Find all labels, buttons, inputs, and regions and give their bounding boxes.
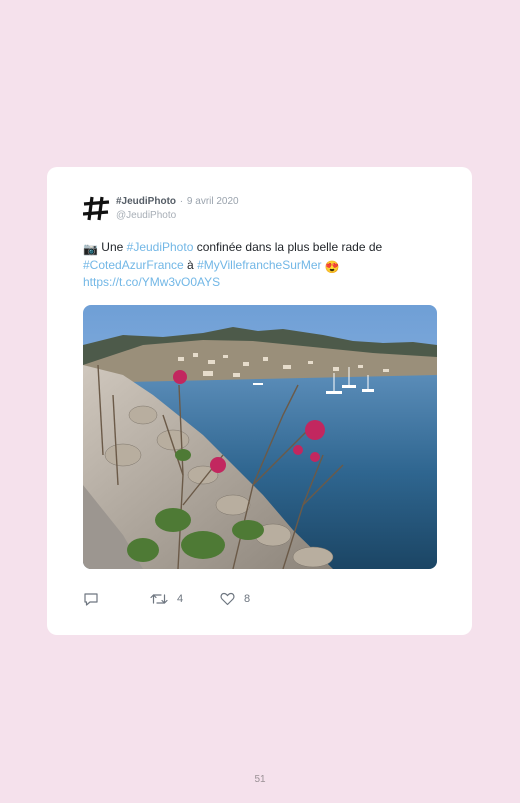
comment-icon [84, 592, 98, 606]
name-row: #JeudiPhoto · 9 avril 2020 [116, 195, 239, 209]
author-handle[interactable]: @JeudiPhoto [116, 209, 239, 223]
like-button[interactable]: 8 [220, 592, 250, 606]
url-link[interactable]: https://t.co/YMw3vO0AYS [83, 275, 220, 289]
text-segment: à [183, 257, 198, 272]
text-segment: Une [97, 240, 127, 254]
text-segment: confinée dans la plus belle rade de [193, 240, 383, 254]
author-name[interactable]: #JeudiPhoto [116, 196, 176, 207]
tweet-date[interactable]: 9 avril 2020 [187, 196, 239, 207]
tweet-text: 📷 Une #JeudiPhoto confinée dans la plus … [83, 240, 438, 291]
like-count: 8 [244, 593, 251, 605]
name-date-separator: · [179, 196, 184, 207]
tweet-header: #JeudiPhoto · 9 avril 2020 @JeudiPhoto [83, 195, 239, 223]
heart-icon [220, 592, 235, 606]
author-block: #JeudiPhoto · 9 avril 2020 @JeudiPhoto [116, 195, 239, 223]
tweet-photo[interactable] [83, 305, 437, 569]
avatar[interactable] [83, 195, 110, 222]
reply-button[interactable] [83, 592, 150, 607]
page-number: 51 [254, 774, 266, 785]
retweet-button[interactable]: 4 [150, 592, 220, 606]
photo-villefranche-bay-icon [83, 305, 437, 569]
hashtag-link[interactable]: #CotedAzurFrance [83, 258, 184, 272]
hashtag-link[interactable]: #JeudiPhoto [127, 240, 194, 254]
heart-eyes-icon: 😍 [324, 259, 340, 274]
hashtag-link[interactable]: #MyVillefrancheSurMer [197, 258, 322, 272]
tweet-card: #JeudiPhoto · 9 avril 2020 @JeudiPhoto 📷… [47, 167, 472, 635]
retweet-count: 4 [177, 593, 184, 605]
retweet-icon [150, 594, 168, 604]
camera-icon: 📷 [83, 242, 98, 256]
page: #JeudiPhoto · 9 avril 2020 @JeudiPhoto 📷… [0, 0, 520, 803]
tweet-actions: 4 8 [83, 591, 250, 607]
